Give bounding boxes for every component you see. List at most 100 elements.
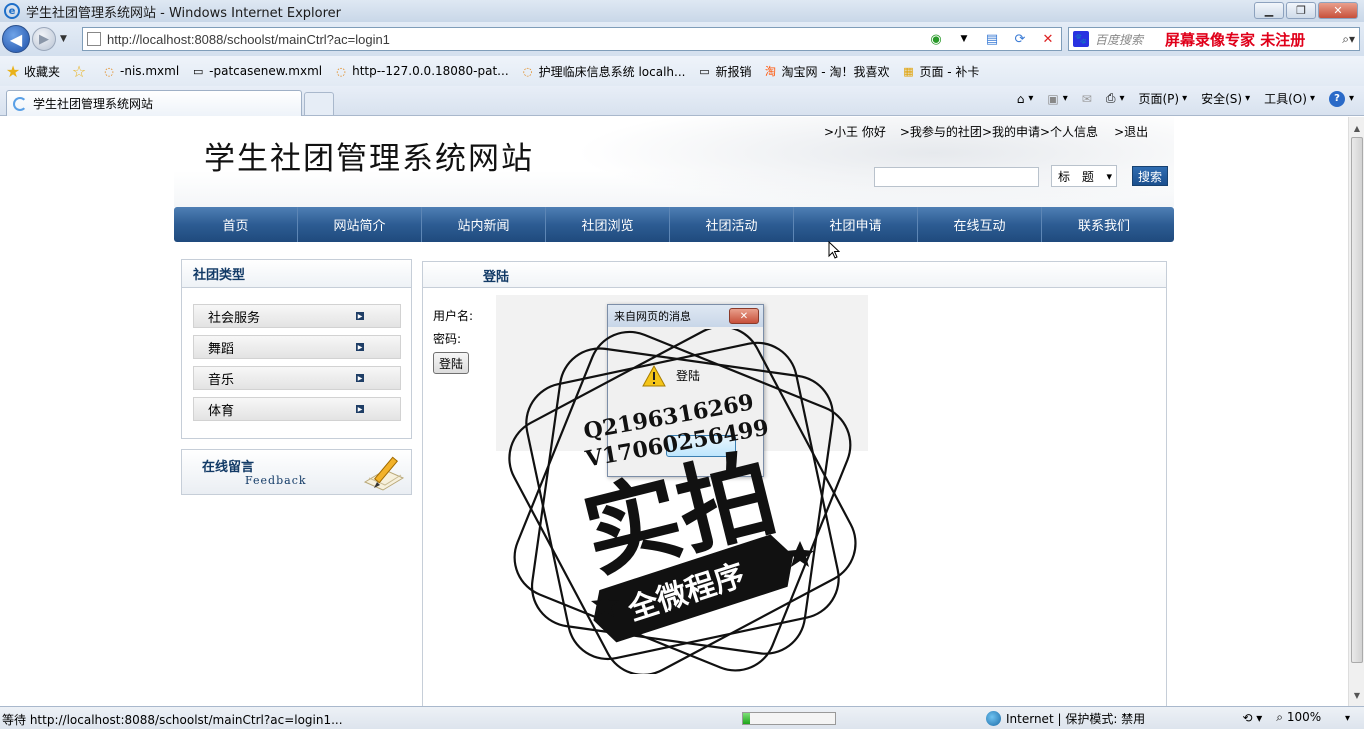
compatibility-view-icon[interactable]: ▤ xyxy=(983,30,1001,48)
favorites-button[interactable]: ★ 收藏夹 xyxy=(5,61,60,81)
feedback-subtitle: Feedback xyxy=(245,474,307,487)
favorite-link[interactable]: ▦ 页面 - 补卡 xyxy=(901,63,979,80)
vertical-scrollbar[interactable]: ▲ ▼ xyxy=(1348,117,1364,706)
tools-menu[interactable]: 工具(O) xyxy=(1264,90,1315,107)
history-dropdown-icon[interactable]: ▼ xyxy=(60,34,67,44)
scrollbar-thumb[interactable] xyxy=(1351,137,1363,663)
address-dropdown-icon[interactable]: ▼ xyxy=(955,30,973,48)
zoom-control[interactable]: ⌕ 100% ▾ xyxy=(1276,710,1350,725)
scroll-up-icon[interactable]: ▲ xyxy=(1349,121,1364,135)
dialog-message: 登陆 xyxy=(676,369,701,383)
favorites-star-icon: ★ xyxy=(5,61,21,81)
print-icon: ⎙ xyxy=(1105,91,1116,105)
loading-icon: ◌ xyxy=(522,64,533,78)
favorite-link[interactable]: ▭ -patcasenew.mxml xyxy=(191,64,322,78)
command-bar: ⌂▾ ▣▾ ✉ ⎙▾ 页面(P) 安全(S) 工具(O) ?▾ xyxy=(1017,90,1354,107)
favorite-link[interactable]: ▭ 新报销 xyxy=(697,63,751,80)
tab-current[interactable]: 学生社团管理系统网站 xyxy=(6,90,302,116)
back-button[interactable]: ◀ xyxy=(2,25,30,53)
login-button[interactable]: 登陆 xyxy=(433,352,469,374)
login-form: 用户名: 密码: 登陆 xyxy=(433,304,473,374)
user-links: >小王 你好 >我参与的社团 >我的申请 >个人信息 >退出 xyxy=(824,123,1148,140)
progress-fill xyxy=(743,713,751,724)
category-list: 社会服务 ▶ 舞蹈 ▶ 音乐 ▶ 体育 ▶ xyxy=(182,288,411,421)
restore-button[interactable]: ❐ xyxy=(1286,2,1316,19)
home-icon: ⌂ xyxy=(1016,91,1025,106)
address-url[interactable]: http://localhost:8088/schoolst/mainCtrl?… xyxy=(107,32,390,47)
add-favorite-button[interactable]: ☆ xyxy=(72,62,90,81)
baidu-icon: 🐾 xyxy=(1073,31,1089,47)
menu-club-activities[interactable]: 社团活动 xyxy=(670,207,794,242)
arrow-right-icon: ▶ xyxy=(356,312,364,320)
favorite-link[interactable]: 淘淘宝网 - 淘！我喜欢 xyxy=(763,63,889,80)
username-label: 用户名: xyxy=(433,309,474,323)
home-button[interactable]: ⌂ ▾ xyxy=(1017,92,1034,106)
menu-browse-clubs[interactable]: 社团浏览 xyxy=(546,207,670,242)
folder-icon: ▦ xyxy=(903,64,914,78)
compat-icon[interactable]: ◉ xyxy=(927,30,945,48)
menu-club-apply[interactable]: 社团申请 xyxy=(794,207,918,242)
favorite-link[interactable]: ◌ -nis.mxml xyxy=(102,64,179,78)
favorite-link[interactable]: ◌ http--127.0.0.18080-pat... xyxy=(334,64,508,78)
warning-icon xyxy=(642,365,666,387)
help-button[interactable]: ? ▾ xyxy=(1328,90,1354,107)
loading-spinner-icon xyxy=(13,96,27,111)
profile-link[interactable]: >个人信息 xyxy=(1040,123,1098,140)
recorder-watermark-text: 屏幕录像专家 未注册 xyxy=(1165,30,1306,49)
search-field-select[interactable]: 标 题 xyxy=(1051,165,1117,187)
feedback-banner[interactable]: 在线留言 Feedback xyxy=(181,449,412,495)
help-icon: ? xyxy=(1328,90,1345,107)
loading-icon: ◌ xyxy=(104,64,114,78)
category-box: 社团类型 社会服务 ▶ 舞蹈 ▶ 音乐 ▶ 体育 ▶ xyxy=(181,259,412,439)
my-applications-link[interactable]: >我的申请 xyxy=(982,123,1040,140)
mail-icon: ✉ xyxy=(1081,91,1092,106)
left-column: 社团类型 社会服务 ▶ 舞蹈 ▶ 音乐 ▶ 体育 ▶ 在线留言 Feedback xyxy=(181,259,412,495)
stop-icon[interactable]: ✕ xyxy=(1039,30,1057,48)
protected-mode-icon[interactable]: ⟲ ▾ xyxy=(1242,711,1262,725)
dialog-close-button[interactable]: ✕ xyxy=(729,308,759,324)
minimize-button[interactable]: ▁ xyxy=(1254,2,1284,19)
site-search-input[interactable] xyxy=(874,167,1039,187)
arrow-right-icon: ▶ xyxy=(356,405,364,413)
page-viewport: 学生社团管理系统网站 >小王 你好 >我参与的社团 >我的申请 >个人信息 >退… xyxy=(0,117,1348,706)
logout-link[interactable]: >退出 xyxy=(1114,123,1148,140)
mail-button[interactable]: ✉ xyxy=(1082,92,1092,106)
new-tab-button[interactable] xyxy=(304,92,334,116)
dialog-ok-button[interactable] xyxy=(666,435,736,457)
login-panel-title: 登陆 xyxy=(483,270,510,285)
navigation-bar: ◀ ▶ ▼ http://localhost:8088/schoolst/mai… xyxy=(0,22,1364,56)
menu-news[interactable]: 站内新闻 xyxy=(422,207,546,242)
close-button[interactable]: ✕ xyxy=(1318,2,1358,19)
rss-icon: ▣ xyxy=(1047,91,1059,106)
site-search-button[interactable]: 搜索 xyxy=(1132,166,1168,186)
favorite-link[interactable]: ◌ 护理临床信息系统 localh... xyxy=(521,63,686,80)
menu-home[interactable]: 首页 xyxy=(174,207,298,242)
menu-online-interaction[interactable]: 在线互动 xyxy=(918,207,1042,242)
security-zone[interactable]: Internet | 保护模式: 禁用 xyxy=(986,710,1145,727)
my-clubs-link[interactable]: >我参与的社团 xyxy=(900,123,982,140)
safety-menu[interactable]: 安全(S) xyxy=(1201,90,1250,107)
page-menu[interactable]: 页面(P) xyxy=(1138,90,1187,107)
menu-about[interactable]: 网站简介 xyxy=(298,207,422,242)
forward-button[interactable]: ▶ xyxy=(32,27,56,51)
print-button[interactable]: ⎙ ▾ xyxy=(1106,91,1125,106)
zoom-icon: ⌕ xyxy=(1276,710,1283,724)
category-item[interactable]: 舞蹈 ▶ xyxy=(193,335,401,359)
search-box[interactable]: 🐾 百度搜索 屏幕录像专家 未注册 ⌕▾ xyxy=(1068,27,1360,51)
feeds-button[interactable]: ▣ ▾ xyxy=(1047,92,1067,106)
search-icon[interactable]: ⌕▾ xyxy=(1342,32,1355,47)
page-icon xyxy=(87,32,101,46)
category-item[interactable]: 体育 ▶ xyxy=(193,397,401,421)
refresh-icon[interactable]: ⟳ xyxy=(1011,30,1029,48)
address-bar[interactable]: http://localhost:8088/schoolst/mainCtrl?… xyxy=(82,27,1062,51)
loading-icon: ◌ xyxy=(336,64,346,78)
favorites-bar: ★ 收藏夹 ☆ ◌ -nis.mxml ▭ -patcasenew.mxml ◌ ht… xyxy=(0,56,1364,86)
login-panel-header: 登陆 xyxy=(423,262,1166,288)
category-title: 社团类型 xyxy=(182,260,411,288)
arrow-right-icon: ▶ xyxy=(356,343,364,351)
scroll-down-icon[interactable]: ▼ xyxy=(1349,688,1364,702)
category-item[interactable]: 社会服务 ▶ xyxy=(193,304,401,328)
search-placeholder[interactable]: 百度搜索 xyxy=(1095,31,1165,48)
category-item[interactable]: 音乐 ▶ xyxy=(193,366,401,390)
menu-contact[interactable]: 联系我们 xyxy=(1042,207,1166,242)
